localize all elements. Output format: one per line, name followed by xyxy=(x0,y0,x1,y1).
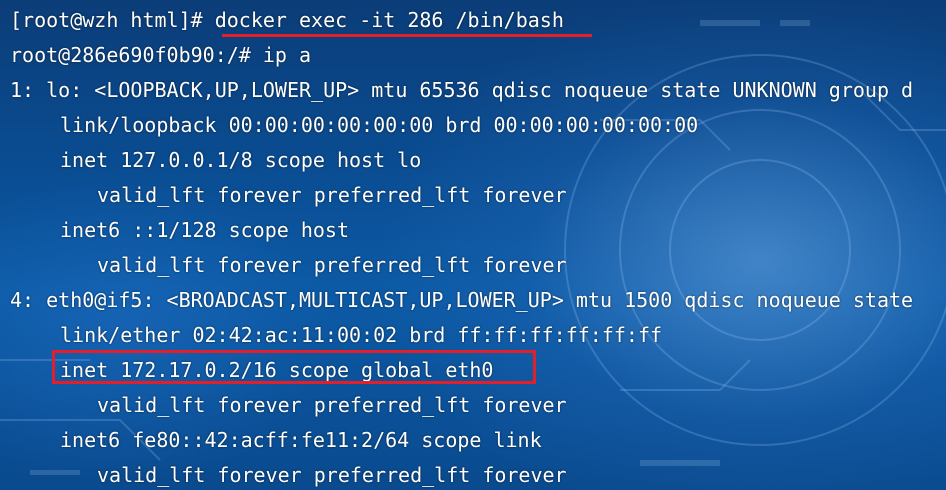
ip-address-highlight-box xyxy=(52,350,536,384)
output-line-lo-link: link/loopback 00:00:00:00:00:00 brd 00:0… xyxy=(60,113,699,137)
output-line-lo-interface: 1: lo: <LOOPBACK,UP,LOWER_UP> mtu 65536 … xyxy=(10,78,914,102)
output-line-lo-inet6-lifetime: valid_lft forever preferred_lft forever xyxy=(97,253,567,277)
output-line-eth0-inet6: inet6 fe80::42:acff:fe11:2/64 scope link xyxy=(60,428,542,452)
output-line-eth0-inet6-lifetime: valid_lft forever preferred_lft forever xyxy=(97,463,567,487)
prompt-line-ip-a: root@286e690f0b90:/# ip a xyxy=(10,43,312,67)
output-line-lo-inet6: inet6 ::1/128 scope host xyxy=(60,218,349,242)
output-line-lo-inet: inet 127.0.0.1/8 scope host lo xyxy=(60,148,422,172)
output-line-eth0-inet-lifetime: valid_lft forever preferred_lft forever xyxy=(97,393,567,417)
terminal-output: [root@wzh html]# docker exec -it 286 /bi… xyxy=(10,5,913,490)
command-underline-annotation xyxy=(222,34,592,37)
output-line-lo-inet-lifetime: valid_lft forever preferred_lft forever xyxy=(97,183,567,207)
terminal-window[interactable]: [root@wzh html]# docker exec -it 286 /bi… xyxy=(0,0,946,490)
output-line-eth0-interface: 4: eth0@if5: <BROADCAST,MULTICAST,UP,LOW… xyxy=(10,288,914,312)
